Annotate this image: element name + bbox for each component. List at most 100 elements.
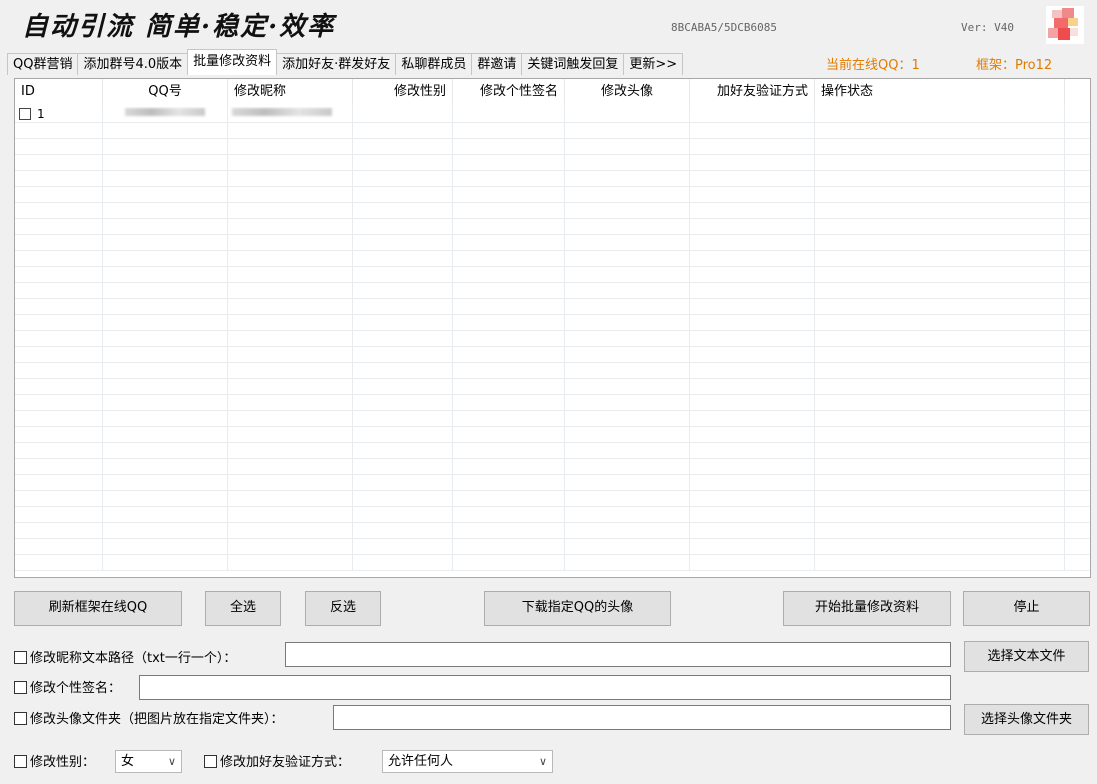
table-cell xyxy=(815,539,1065,554)
verify-method-checkbox[interactable]: 修改加好友验证方式： xyxy=(204,754,350,772)
col-verify[interactable]: 加好友验证方式 xyxy=(690,79,815,107)
table-row[interactable]: 1 xyxy=(15,107,1090,123)
tab-private-chat-members[interactable]: 私聊群成员 xyxy=(395,53,473,75)
tab-qq-group-marketing[interactable]: QQ群营销 xyxy=(7,53,79,75)
table-cell xyxy=(103,347,228,362)
table-cell xyxy=(815,315,1065,330)
table-row-empty xyxy=(15,523,1090,539)
table-cell xyxy=(353,315,453,330)
table-cell xyxy=(690,539,815,554)
table-cell xyxy=(690,171,815,186)
tab-batch-edit-profile[interactable]: 批量修改资料 xyxy=(187,49,278,75)
start-batch-edit-button[interactable]: 开始批量修改资料 xyxy=(783,591,951,626)
table-cell xyxy=(103,123,228,138)
table-cell xyxy=(690,283,815,298)
table-cell xyxy=(565,171,690,186)
online-qq-status: 当前在线QQ：1 xyxy=(826,58,920,73)
table-header: ID QQ号 修改昵称 修改性别 修改个性签名 修改头像 加好友验证方式 操作状… xyxy=(15,79,1090,107)
choose-avatar-folder-button[interactable]: 选择头像文件夹 xyxy=(964,704,1089,735)
table-cell xyxy=(228,299,353,314)
table-cell xyxy=(353,475,453,490)
table-cell xyxy=(353,123,453,138)
table-cell xyxy=(103,283,228,298)
table-row-empty xyxy=(15,507,1090,523)
col-avatar[interactable]: 修改头像 xyxy=(565,79,690,107)
avatar-folder-input[interactable] xyxy=(333,705,951,730)
table-cell xyxy=(15,219,103,234)
verify-method-select[interactable]: 允许任何人 ∨ xyxy=(382,750,553,773)
tab-keyword-reply[interactable]: 关键词触发回复 xyxy=(521,53,625,75)
table-cell xyxy=(15,123,103,138)
table-cell xyxy=(815,267,1065,282)
table-cell xyxy=(228,235,353,250)
signature-input[interactable] xyxy=(139,675,951,700)
col-gender[interactable]: 修改性别 xyxy=(353,79,453,107)
table-cell xyxy=(453,171,565,186)
refresh-online-qq-button[interactable]: 刷新框架在线QQ xyxy=(14,591,182,626)
tab-updates[interactable]: 更新>> xyxy=(623,53,684,75)
table-cell xyxy=(565,539,690,554)
table-cell xyxy=(453,155,565,170)
table-cell xyxy=(353,427,453,442)
choose-text-file-button[interactable]: 选择文本文件 xyxy=(964,641,1089,672)
signature-label: 修改个性签名： xyxy=(30,681,122,696)
redacted-nickname xyxy=(232,108,332,116)
table-cell xyxy=(565,139,690,154)
table-cell xyxy=(353,395,453,410)
signature-checkbox[interactable]: 修改个性签名： xyxy=(14,680,121,698)
table-cell xyxy=(565,251,690,266)
table-cell xyxy=(565,379,690,394)
stop-button[interactable]: 停止 xyxy=(963,591,1090,626)
col-qq[interactable]: QQ号 xyxy=(103,79,228,107)
gender-checkbox[interactable]: 修改性别： xyxy=(14,754,95,772)
table-cell xyxy=(103,507,228,522)
gender-select[interactable]: 女 ∨ xyxy=(115,750,182,773)
table-cell xyxy=(15,267,103,282)
table-cell xyxy=(815,235,1065,250)
table-cell xyxy=(690,523,815,538)
table-cell xyxy=(690,411,815,426)
col-nickname[interactable]: 修改昵称 xyxy=(228,79,353,107)
invert-selection-button[interactable]: 反选 xyxy=(305,591,381,626)
col-status[interactable]: 操作状态 xyxy=(815,79,1065,107)
table-cell xyxy=(690,443,815,458)
table-row-empty xyxy=(15,203,1090,219)
table-cell xyxy=(103,443,228,458)
table-cell xyxy=(815,555,1065,570)
table-cell xyxy=(565,507,690,522)
table-cell xyxy=(565,555,690,570)
table-cell xyxy=(453,187,565,202)
nickname-path-checkbox[interactable]: 修改昵称文本路径（txt一行一个）： xyxy=(14,650,236,668)
col-id[interactable]: ID xyxy=(15,79,103,107)
table-cell xyxy=(353,187,453,202)
table-cell xyxy=(815,427,1065,442)
table-row-empty xyxy=(15,219,1090,235)
nickname-path-label: 修改昵称文本路径（txt一行一个）： xyxy=(30,651,237,666)
table-cell xyxy=(815,139,1065,154)
download-avatar-button[interactable]: 下载指定QQ的头像 xyxy=(484,591,671,626)
tab-add-group-v4[interactable]: 添加群号4.0版本 xyxy=(77,53,189,75)
table-cell xyxy=(103,491,228,506)
table-cell xyxy=(15,203,103,218)
table-cell xyxy=(103,427,228,442)
table-cell xyxy=(565,491,690,506)
row-checkbox[interactable] xyxy=(19,108,31,120)
table-cell xyxy=(690,379,815,394)
table-cell xyxy=(353,379,453,394)
avatar-folder-checkbox[interactable]: 修改头像文件夹（把图片放在指定文件夹）： xyxy=(14,711,284,729)
row-gender-cell xyxy=(353,107,453,122)
table-cell xyxy=(103,363,228,378)
table-cell xyxy=(353,283,453,298)
table-cell xyxy=(453,203,565,218)
avatar-folder-label: 修改头像文件夹（把图片放在指定文件夹）： xyxy=(30,712,284,727)
col-signature[interactable]: 修改个性签名 xyxy=(453,79,565,107)
table-cell xyxy=(353,299,453,314)
nickname-path-input[interactable] xyxy=(285,642,951,667)
tab-group-invite[interactable]: 群邀请 xyxy=(471,53,523,75)
table-cell xyxy=(15,475,103,490)
table-cell xyxy=(15,555,103,570)
row-id-cell: 1 xyxy=(15,107,103,122)
select-all-button[interactable]: 全选 xyxy=(205,591,281,626)
tab-add-friends[interactable]: 添加好友·群发好友 xyxy=(276,53,397,75)
checkbox-box xyxy=(14,755,27,768)
